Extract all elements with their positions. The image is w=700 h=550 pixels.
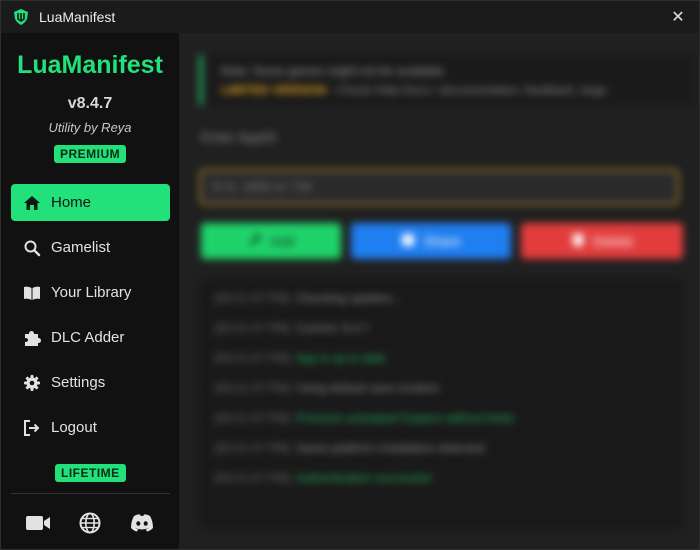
- sidebar-item-home[interactable]: Home: [11, 184, 170, 221]
- log-line: [00:21:47 PM] App is up to date: [215, 351, 386, 365]
- sidebar-item-label: DLC Adder: [51, 329, 125, 346]
- wrench-icon: [248, 233, 262, 250]
- blurred-content: Note: Some games might not be available …: [179, 33, 699, 549]
- main-panel: Note: Some games might not be available …: [179, 33, 699, 549]
- globe-icon[interactable]: [75, 511, 105, 535]
- sidebar-item-label: Your Library: [51, 284, 132, 301]
- notice-text: Note: Some games might not be available: [221, 64, 444, 78]
- lifetime-badge: LIFETIME: [55, 464, 126, 482]
- log-line: [00:21:47 PM] Checking updates...: [215, 291, 402, 305]
- log-line: [00:21:47 PM] Using default save location: [215, 381, 440, 395]
- sidebar-item-label: Gamelist: [51, 239, 111, 256]
- log-line: [00:21:47 PM] Premium activated! Explore …: [215, 411, 515, 425]
- log-line: [00:21:47 PM] Current: 8.4.7: [215, 321, 370, 335]
- log-line: [00:21:47 PM] Game platform installation …: [215, 441, 485, 455]
- delete-button[interactable]: Delete: [521, 223, 683, 259]
- version-label: v8.4.7: [67, 95, 113, 112]
- premium-badge: PREMIUM: [54, 145, 127, 163]
- sidebar-item-your-library[interactable]: Your Library: [11, 274, 170, 311]
- sidebar: LuaManifest v8.4.7 Utility by Reya PREMI…: [1, 33, 179, 549]
- appid-input[interactable]: E.G. 1850 or 730: [199, 169, 679, 205]
- sidebar-item-gamelist[interactable]: Gamelist: [11, 229, 170, 266]
- book-icon: [23, 284, 41, 302]
- home-icon: [23, 194, 41, 212]
- discord-icon[interactable]: [127, 511, 157, 535]
- sidebar-item-dlc-adder[interactable]: DLC Adder: [11, 319, 170, 356]
- notice-highlight: LIMITED VERSION: [221, 83, 327, 97]
- sidebar-divider: [11, 493, 170, 494]
- delete-button-label: Delete: [592, 233, 634, 249]
- sidebar-item-settings[interactable]: Settings: [11, 364, 170, 401]
- puzzle-icon: [23, 329, 41, 347]
- notice-banner: Note: Some games might not be available …: [199, 55, 693, 105]
- author-label: Utility by Reya: [48, 120, 132, 135]
- sidebar-nav: Home Gamelist Your Library DLC Adder Set…: [11, 184, 170, 454]
- gear-icon: [23, 374, 41, 392]
- log-line: [00:21:47 PM] Authentication successful: [215, 471, 432, 485]
- share-button-label: Share: [423, 233, 461, 249]
- title-bar: LuaManifest ✕: [1, 1, 699, 33]
- app-window: LuaManifest ✕ LuaManifest v8.4.7 Utility…: [0, 0, 700, 550]
- sidebar-item-label: Settings: [51, 374, 106, 391]
- window-title: LuaManifest: [39, 9, 116, 25]
- share-icon: [401, 233, 415, 250]
- video-icon[interactable]: [23, 511, 53, 535]
- notice-subtext: LIMITED VERSION - Check Help Docs / docu…: [221, 83, 607, 97]
- activity-log: [00:21:47 PM] Checking updates... [00:21:…: [199, 279, 683, 529]
- trash-icon: [571, 233, 585, 250]
- sidebar-item-logout[interactable]: Logout: [11, 409, 170, 446]
- share-button[interactable]: Share: [351, 223, 511, 259]
- add-button[interactable]: Add: [201, 223, 341, 259]
- appid-label: Enter AppID: [201, 129, 277, 145]
- add-button-label: Add: [269, 233, 295, 249]
- brand-title: LuaManifest: [17, 51, 163, 79]
- sidebar-item-label: Home: [51, 194, 92, 211]
- notice-rest: - Check Help Docs / documentation, feedb…: [326, 83, 607, 97]
- search-icon: [23, 239, 41, 257]
- close-button[interactable]: ✕: [667, 6, 689, 28]
- app-logo-icon: [11, 7, 31, 27]
- sidebar-item-label: Logout: [51, 419, 97, 436]
- logout-icon: [23, 419, 41, 437]
